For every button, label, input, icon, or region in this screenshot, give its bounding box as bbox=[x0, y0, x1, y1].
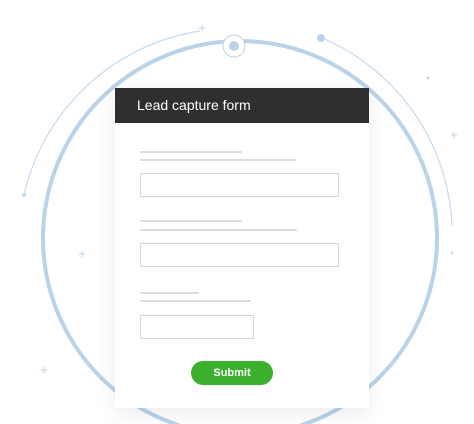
submit-button[interactable]: Submit bbox=[191, 361, 273, 385]
orbit-dot-icon bbox=[22, 193, 26, 197]
text-field-2[interactable] bbox=[140, 243, 339, 267]
field-hint-placeholder bbox=[140, 229, 297, 231]
sparkle-icon bbox=[79, 251, 85, 257]
illustration: Lead capture form Submit bbox=[0, 0, 474, 424]
field-hint-placeholder bbox=[140, 159, 297, 161]
orbit-dot-icon bbox=[426, 76, 430, 80]
sparkle-icon bbox=[199, 25, 205, 31]
field-label-placeholder bbox=[140, 220, 242, 222]
sparkle-icon bbox=[41, 367, 47, 373]
orbit-dot-icon bbox=[450, 251, 454, 255]
form-title: Lead capture form bbox=[137, 97, 251, 113]
text-field-1[interactable] bbox=[140, 173, 339, 197]
field-hint-placeholder bbox=[140, 300, 251, 302]
form-header: Lead capture form bbox=[115, 88, 369, 123]
field-label-placeholder bbox=[140, 292, 199, 294]
lead-capture-form: Lead capture form Submit bbox=[115, 88, 369, 408]
field-label-placeholder bbox=[140, 151, 242, 153]
sparkle-icon bbox=[451, 132, 457, 138]
target-ring-icon bbox=[222, 34, 246, 58]
orbit-dot-icon bbox=[317, 34, 325, 42]
orbit-dot-icon bbox=[418, 156, 422, 160]
text-field-3[interactable] bbox=[140, 315, 254, 339]
